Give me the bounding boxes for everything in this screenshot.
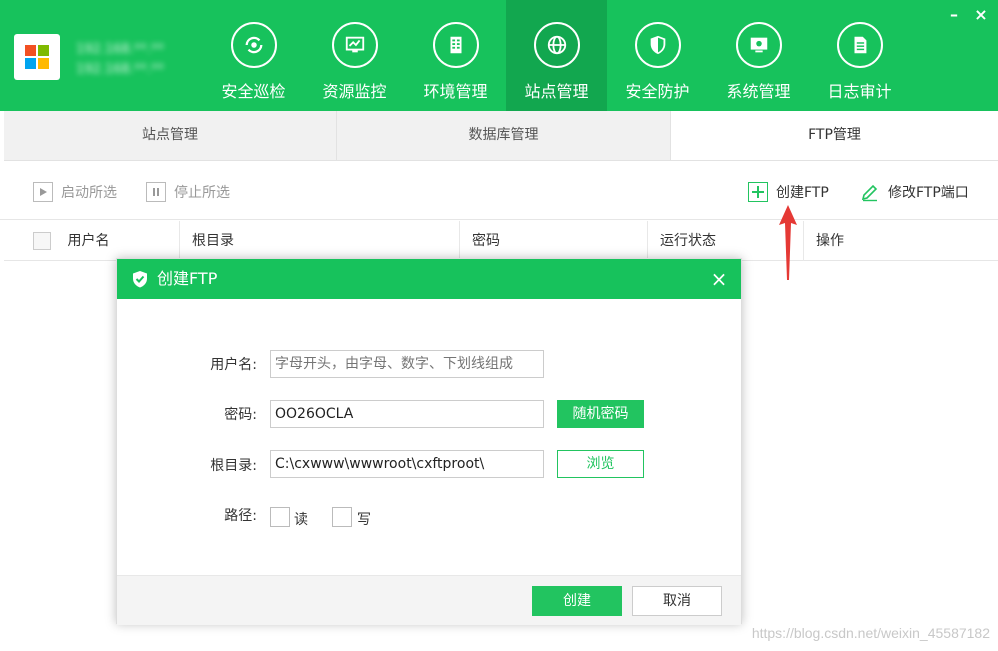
column-username: 用户名 bbox=[67, 233, 110, 249]
red-arrow-icon bbox=[779, 205, 797, 280]
nav-item-security-inspection[interactable]: 安全巡检 bbox=[203, 0, 304, 111]
column-actions: 操作 bbox=[816, 233, 844, 249]
create-button[interactable]: 创建 bbox=[532, 586, 622, 616]
nav-label: 站点管理 bbox=[524, 82, 589, 101]
nav-item-resource-monitor[interactable]: 资源监控 bbox=[304, 0, 405, 111]
nav-label: 安全巡检 bbox=[221, 82, 286, 101]
nav-item-log-audit[interactable]: 日志审计 bbox=[809, 0, 910, 111]
nav-label: 日志审计 bbox=[827, 82, 892, 101]
password-label: 密码: bbox=[224, 407, 257, 423]
root-dir-input[interactable] bbox=[270, 450, 544, 478]
nav-label: 安全防护 bbox=[625, 82, 690, 101]
shield-icon bbox=[635, 22, 681, 68]
create-ftp-label: 创建FTP bbox=[776, 185, 829, 201]
password-input[interactable] bbox=[270, 400, 544, 428]
pause-icon bbox=[146, 182, 166, 202]
read-label: 读 bbox=[294, 512, 308, 528]
nav-label: 系统管理 bbox=[726, 82, 791, 101]
nav-item-system-management[interactable]: 系统管理 bbox=[708, 0, 809, 111]
minimize-button[interactable]: – bbox=[943, 4, 965, 26]
modify-ftp-port-label: 修改FTP端口 bbox=[888, 185, 969, 201]
create-ftp-dialog: 创建FTP × 用户名: 密码: 随机密码 根目录: 浏览 路径: 读 写 创建… bbox=[116, 258, 742, 625]
dialog-close-button[interactable]: × bbox=[709, 259, 729, 299]
globe-icon bbox=[534, 22, 580, 68]
dialog-footer: 创建 取消 bbox=[117, 575, 741, 625]
tab-database-management[interactable]: 数据库管理 bbox=[337, 111, 671, 160]
document-icon bbox=[837, 22, 883, 68]
system-icon bbox=[736, 22, 782, 68]
main-nav: 安全巡检 资源监控 环境管理 站点管理 安全防护 系统管理 日志审计 bbox=[203, 0, 910, 111]
tab-site-management[interactable]: 站点管理 bbox=[4, 111, 337, 160]
random-password-button[interactable]: 随机密码 bbox=[557, 400, 644, 428]
plus-icon bbox=[748, 182, 768, 202]
stop-selected-button[interactable]: 停止所选 bbox=[146, 181, 230, 203]
modify-ftp-port-button[interactable]: 修改FTP端口 bbox=[860, 181, 969, 203]
nav-item-security-protection[interactable]: 安全防护 bbox=[607, 0, 708, 111]
edit-icon bbox=[860, 182, 880, 202]
start-selected-button[interactable]: 启动所选 bbox=[33, 181, 117, 203]
stop-selected-label: 停止所选 bbox=[174, 185, 230, 201]
window-close-button[interactable]: × bbox=[970, 4, 992, 26]
play-icon bbox=[33, 182, 53, 202]
top-header: 192.168.**.** 192.168.**.** 安全巡检 资源监控 环境… bbox=[0, 0, 998, 111]
ftp-table-header: 用户名 根目录 密码 运行状态 操作 bbox=[4, 221, 998, 261]
username-input[interactable] bbox=[270, 350, 544, 378]
nav-item-site-management[interactable]: 站点管理 bbox=[506, 0, 607, 111]
monitor-icon bbox=[332, 22, 378, 68]
column-root-dir: 根目录 bbox=[180, 221, 460, 261]
column-password: 密码 bbox=[460, 221, 648, 261]
tab-ftp-management[interactable]: FTP管理 bbox=[671, 111, 998, 160]
windows-logo-icon bbox=[14, 34, 60, 80]
read-checkbox[interactable] bbox=[270, 507, 290, 527]
start-selected-label: 启动所选 bbox=[61, 185, 117, 201]
sub-tabs: 站点管理 数据库管理 FTP管理 bbox=[4, 111, 998, 161]
watermark: https://blog.csdn.net/weixin_45587182 bbox=[751, 625, 990, 641]
server-address: 192.168.**.** 192.168.**.** bbox=[76, 42, 165, 77]
nav-label: 环境管理 bbox=[423, 82, 488, 101]
write-checkbox[interactable] bbox=[332, 507, 352, 527]
nav-label: 资源监控 bbox=[322, 82, 387, 101]
select-all-checkbox[interactable] bbox=[33, 232, 51, 250]
nav-item-environment[interactable]: 环境管理 bbox=[405, 0, 506, 111]
create-ftp-button[interactable]: 创建FTP bbox=[748, 181, 829, 203]
cancel-button[interactable]: 取消 bbox=[632, 586, 722, 616]
browse-button[interactable]: 浏览 bbox=[557, 450, 644, 478]
dialog-titlebar: 创建FTP × bbox=[117, 259, 741, 299]
header-username-cell: 用户名 bbox=[4, 221, 180, 261]
refresh-icon bbox=[231, 22, 277, 68]
username-label: 用户名: bbox=[210, 357, 257, 373]
root-dir-label: 根目录: bbox=[210, 458, 257, 474]
dialog-title: 创建FTP bbox=[157, 269, 218, 288]
write-label: 写 bbox=[357, 512, 371, 528]
toolbar: 启动所选 停止所选 创建FTP 修改FTP端口 bbox=[0, 161, 998, 220]
path-label: 路径: bbox=[224, 508, 257, 524]
building-icon bbox=[433, 22, 479, 68]
shield-check-icon bbox=[133, 271, 147, 288]
